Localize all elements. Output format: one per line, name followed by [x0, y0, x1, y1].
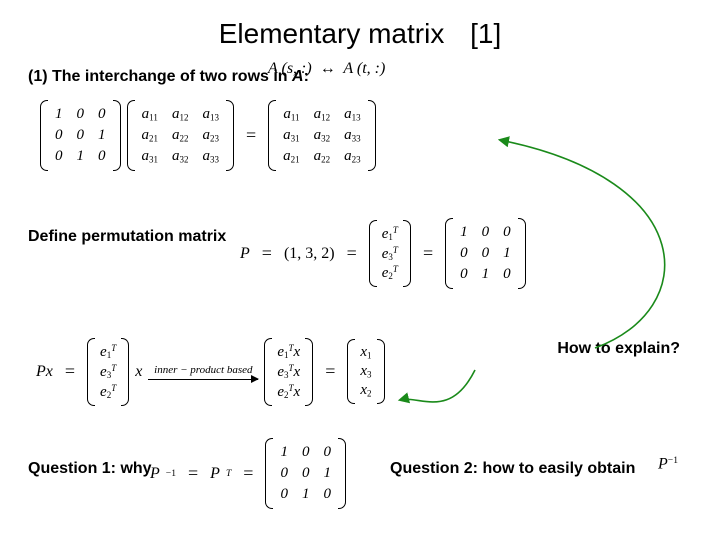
line-interchange: (1) The interchange of two rows in A: [28, 68, 309, 86]
Pinv-symbol: P−1 [658, 455, 678, 473]
curve-arrow-left-icon [400, 370, 475, 402]
swap-rhs: A (t, :) [343, 60, 385, 77]
Pinv-eq: P−1 = PT = 100 001 010 [150, 438, 346, 509]
how-to-explain: How to explain? [557, 340, 680, 358]
Pinv-matrix: 100 001 010 [265, 438, 346, 509]
title-main: Elementary matrix [219, 18, 445, 49]
arrow-label: inner − product based [154, 364, 252, 376]
perm-definition: P = (1, 3, 2) = e1T e3T e2T = 100 001 01… [240, 218, 526, 289]
P-symbol: P [240, 245, 250, 263]
long-right-arrow-icon [148, 379, 258, 380]
perm-matrix-P: 100 001 010 [40, 100, 121, 171]
x-symbol: x [135, 363, 142, 381]
define-perm-label: Define permutation matrix [28, 228, 226, 246]
eTx-column: e1Tx e3Tx e2Tx [264, 338, 313, 406]
equals-sign: = [240, 125, 262, 146]
title-tag: [1] [470, 18, 501, 49]
line1-prefix: (1) The interchange of two rows in [28, 68, 292, 85]
Px-symbol: Px [36, 363, 53, 381]
matrix-A: a11 a12 a13 a21 a22 a23 a31 a32 a33 [127, 100, 235, 171]
perm-triple: (1, 3, 2) [284, 245, 335, 263]
perm-identity-matrix: 100 001 010 [445, 218, 526, 289]
Px-derivation: Px = e1T e3T e2T x inner − product based… [36, 338, 385, 406]
matrix-PA: a11 a12 a13 a31 a32 a33 a21 a22 a23 [268, 100, 376, 171]
question-2: Question 2: how to easily obtain [390, 460, 635, 478]
page-title: Elementary matrix [1] [0, 18, 720, 50]
question-1: Question 1: why [28, 460, 152, 478]
evec-col-2: e1T e3T e2T [87, 338, 129, 406]
matrix-product-eq: 100 001 010 a11 a12 a13 a21 a22 a23 a31 … [40, 100, 376, 171]
swap-lhs: A (s, :) [268, 60, 312, 77]
row-swap-notation: A (s, :) ↔ A (t, :) [268, 60, 385, 78]
result-column: x1 x3 x2 [347, 339, 384, 404]
evec-column: e1T e3T e2T [369, 220, 411, 288]
leftright-arrow-icon: ↔ [316, 60, 340, 77]
